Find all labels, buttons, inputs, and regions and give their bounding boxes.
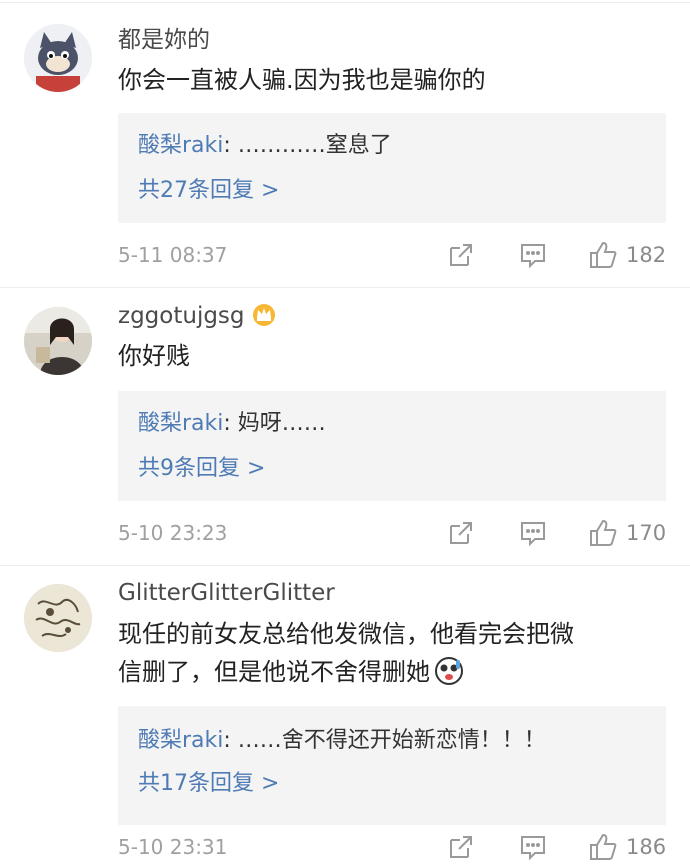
share-icon[interactable] bbox=[446, 240, 476, 270]
username-text: zggotujgsg bbox=[118, 303, 245, 329]
timestamp: 5-10 23:23 bbox=[118, 521, 228, 545]
view-replies-link[interactable]: 共9条回复 > bbox=[138, 454, 265, 484]
comment-text-line: 现任的前女友总给他发微信，他看完会把微 bbox=[118, 620, 574, 648]
share-icon[interactable] bbox=[446, 518, 476, 548]
like-count: 186 bbox=[626, 835, 667, 859]
timestamp: 5-10 23:31 bbox=[118, 835, 228, 859]
username[interactable]: GlitterGlitterGlitter bbox=[118, 578, 335, 608]
reply-preview: 酸梨raki: 妈呀…… bbox=[138, 409, 326, 439]
person-photo-avatar-icon bbox=[24, 307, 92, 375]
reply-text: 妈呀…… bbox=[237, 411, 326, 436]
reply-text: ……舍不得还开始新恋情！！！ bbox=[237, 728, 546, 753]
sketch-drawing-avatar-icon bbox=[24, 584, 92, 652]
like-icon[interactable] bbox=[588, 240, 618, 270]
reply-box[interactable]: 酸梨raki: ……舍不得还开始新恋情！！！ 共17条回复 > bbox=[118, 706, 666, 825]
reply-separator: : bbox=[223, 728, 238, 753]
comment-text-line: 信删了，但是他说不舍得删她 bbox=[118, 653, 658, 691]
comment-text: 现任的前女友总给他发微信，他看完会把微 信删了，但是他说不舍得删她 bbox=[118, 615, 658, 691]
comment-text: 你会一直被人骗.因为我也是骗你的 bbox=[118, 66, 486, 94]
shocked-face-emoji-icon bbox=[435, 657, 463, 685]
comment-text-line-content: 信删了，但是他说不舍得删她 bbox=[118, 658, 430, 686]
username[interactable]: zggotujgsg bbox=[118, 301, 277, 331]
timestamp: 5-11 08:37 bbox=[118, 243, 228, 267]
reply-author[interactable]: 酸梨raki bbox=[138, 728, 223, 753]
reply-preview: 酸梨raki: ……舍不得还开始新恋情！！！ bbox=[138, 726, 546, 756]
divider bbox=[0, 287, 690, 288]
comment-icon[interactable] bbox=[518, 832, 548, 862]
reply-separator: : bbox=[223, 133, 238, 158]
view-replies-link[interactable]: 共17条回复 > bbox=[138, 769, 279, 799]
share-icon[interactable] bbox=[446, 832, 476, 862]
view-replies-link[interactable]: 共27条回复 > bbox=[138, 176, 279, 206]
comment-meta: 5-10 23:23 170 bbox=[118, 516, 670, 550]
like-count: 182 bbox=[626, 243, 667, 267]
like-count: 170 bbox=[626, 521, 667, 545]
avatar[interactable] bbox=[24, 584, 92, 652]
reply-author[interactable]: 酸梨raki bbox=[138, 133, 223, 158]
top-divider bbox=[0, 2, 690, 3]
comment-meta: 5-11 08:37 182 bbox=[118, 238, 670, 272]
cartoon-cat-avatar-icon bbox=[24, 24, 92, 92]
reply-text: …………窒息了 bbox=[237, 133, 392, 158]
comment-icon[interactable] bbox=[518, 240, 548, 270]
divider bbox=[0, 565, 690, 566]
reply-separator: : bbox=[223, 411, 238, 436]
reply-author[interactable]: 酸梨raki bbox=[138, 411, 223, 436]
comment-icon[interactable] bbox=[518, 518, 548, 548]
like-icon[interactable] bbox=[588, 518, 618, 548]
reply-preview: 酸梨raki: …………窒息了 bbox=[138, 131, 392, 161]
comment-meta: 5-10 23:31 186 bbox=[118, 830, 670, 864]
username[interactable]: 都是妳的 bbox=[118, 25, 210, 55]
crown-icon bbox=[252, 304, 275, 326]
avatar[interactable] bbox=[24, 307, 92, 375]
like-icon[interactable] bbox=[588, 832, 618, 862]
avatar[interactable] bbox=[24, 24, 92, 92]
comment-text: 你好贱 bbox=[118, 342, 190, 370]
reply-box[interactable]: 酸梨raki: 妈呀…… 共9条回复 > bbox=[118, 391, 666, 501]
reply-box[interactable]: 酸梨raki: …………窒息了 共27条回复 > bbox=[118, 113, 666, 223]
